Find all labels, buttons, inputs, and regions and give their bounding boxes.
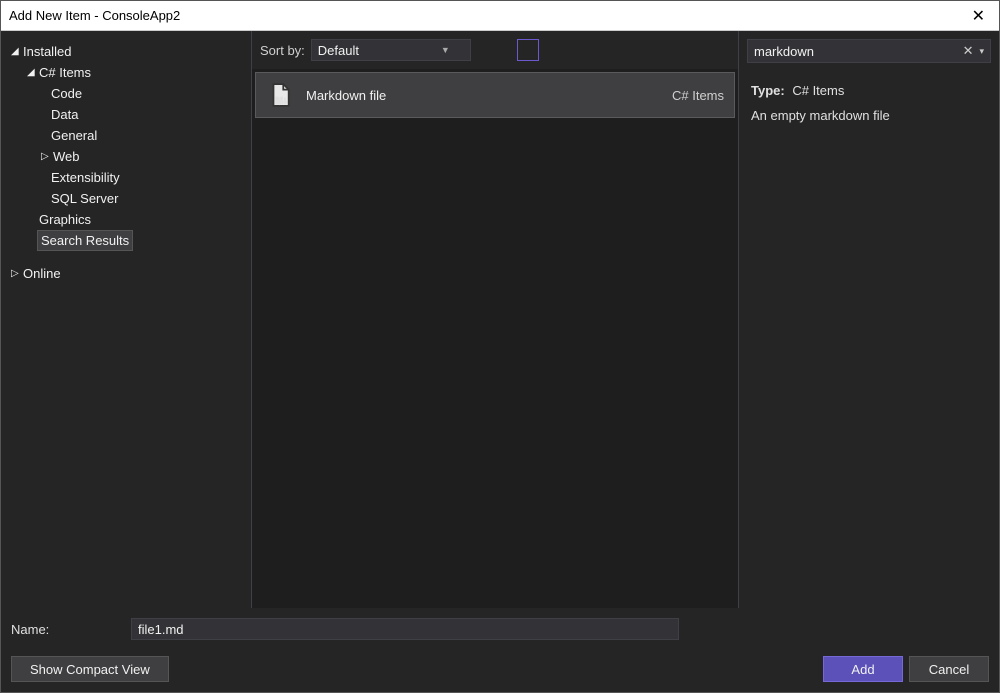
tree-label: Graphics <box>39 212 91 227</box>
tree-item-online[interactable]: ▷ Online <box>11 263 250 284</box>
type-value: C# Items <box>792 83 844 98</box>
sortby-label: Sort by: <box>260 43 305 58</box>
template-category: C# Items <box>672 88 724 103</box>
button-row: Show Compact View Add Cancel <box>11 656 989 682</box>
tree-label: Data <box>51 107 78 122</box>
name-input[interactable] <box>131 618 679 640</box>
center-toolbar: Sort by: Default ▼ <box>252 31 738 69</box>
chevron-down-icon[interactable]: ◢ <box>27 67 39 78</box>
tree-item-installed[interactable]: ◢ Installed <box>11 41 250 62</box>
tree-item-general[interactable]: General <box>11 125 250 146</box>
search-box[interactable]: ✕ ▾ <box>747 39 991 63</box>
footer-bar: Name: Show Compact View Add Cancel <box>1 608 999 692</box>
close-icon[interactable]: ✕ <box>966 6 991 26</box>
markdown-file-icon: M↓ <box>266 81 294 109</box>
tree-label: Extensibility <box>51 170 120 185</box>
tree-label: Web <box>53 149 80 164</box>
details-panel: ✕ ▾ Type: C# Items An empty markdown fil… <box>739 31 999 608</box>
button-label: Add <box>851 662 874 677</box>
tree-item-searchresults[interactable]: Search Results <box>37 230 133 251</box>
button-label: Show Compact View <box>30 662 150 677</box>
template-details: Type: C# Items An empty markdown file <box>739 71 999 135</box>
type-row: Type: C# Items <box>751 83 987 98</box>
chevron-right-icon[interactable]: ▷ <box>11 268 23 279</box>
template-panel: Sort by: Default ▼ <box>251 31 739 608</box>
clear-search-icon[interactable]: ✕ <box>959 43 978 59</box>
template-row[interactable]: M↓ Markdown file C# Items <box>255 72 735 118</box>
chevron-right-icon[interactable]: ▷ <box>41 151 53 162</box>
window-title: Add New Item - ConsoleApp2 <box>9 8 966 23</box>
tree-label: General <box>51 128 97 143</box>
tree-label: Installed <box>23 44 71 59</box>
sortby-dropdown[interactable]: Default ▼ <box>311 39 471 61</box>
chevron-down-icon: ▼ <box>441 45 450 55</box>
template-description: An empty markdown file <box>751 108 987 123</box>
button-label: Cancel <box>929 662 969 677</box>
tree-item-sqlserver[interactable]: SQL Server <box>11 188 250 209</box>
search-toolbar: ✕ ▾ <box>739 31 999 71</box>
type-label: Type: <box>751 83 785 98</box>
chevron-down-icon[interactable]: ◢ <box>11 46 23 57</box>
cancel-button[interactable]: Cancel <box>909 656 989 682</box>
search-input[interactable] <box>752 42 959 61</box>
add-button[interactable]: Add <box>823 656 903 682</box>
tree-label: Code <box>51 86 82 101</box>
tree-label: C# Items <box>39 65 91 80</box>
template-name: Markdown file <box>306 88 660 103</box>
name-row: Name: <box>11 618 989 640</box>
template-list: M↓ Markdown file C# Items <box>252 69 738 608</box>
tree-label: Online <box>23 266 61 281</box>
tree-item-code[interactable]: Code <box>11 83 250 104</box>
compact-view-button[interactable]: Show Compact View <box>11 656 169 682</box>
tree-item-web[interactable]: ▷ Web <box>11 146 250 167</box>
search-dropdown-icon[interactable]: ▾ <box>977 46 986 57</box>
tree-label: SQL Server <box>51 191 118 206</box>
tree-item-csitems[interactable]: ◢ C# Items <box>11 62 250 83</box>
sortby-value: Default <box>318 43 359 58</box>
view-list-button[interactable] <box>517 39 539 61</box>
name-label: Name: <box>11 622 131 637</box>
content-area: ◢ Installed ◢ C# Items Code Data General… <box>1 31 999 608</box>
tree-item-data[interactable]: Data <box>11 104 250 125</box>
category-sidebar: ◢ Installed ◢ C# Items Code Data General… <box>1 31 251 608</box>
tree-item-graphics[interactable]: Graphics <box>11 209 250 230</box>
title-bar: Add New Item - ConsoleApp2 ✕ <box>1 1 999 31</box>
view-grid-button[interactable] <box>489 39 511 61</box>
tree-item-extensibility[interactable]: Extensibility <box>11 167 250 188</box>
svg-text:M↓: M↓ <box>276 96 288 106</box>
tree-label: Search Results <box>41 233 129 248</box>
